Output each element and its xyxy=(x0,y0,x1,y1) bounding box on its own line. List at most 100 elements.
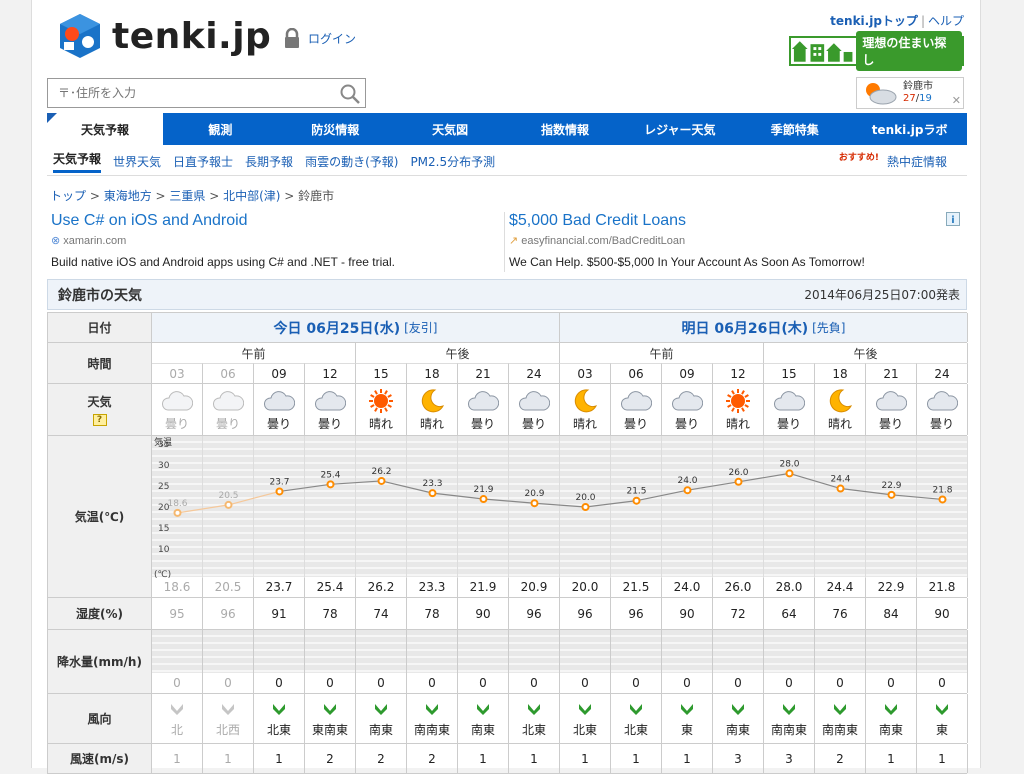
weather-label: 曇り xyxy=(623,416,648,431)
temp-value: 20.0 xyxy=(560,577,611,597)
weather-cell: 曇り xyxy=(152,384,203,435)
cloud-icon xyxy=(672,390,703,410)
tenki-logo[interactable]: tenki.jp xyxy=(56,12,271,60)
time-row-label: 時間 xyxy=(48,343,152,383)
nav-forecast[interactable]: 天気予報 xyxy=(47,113,163,145)
help-link[interactable]: ヘルプ xyxy=(928,14,964,28)
cloud-icon xyxy=(162,390,193,410)
nav-index[interactable]: 指数情報 xyxy=(508,113,623,145)
weather-label: 晴れ xyxy=(827,416,852,431)
precip-cell: 0 xyxy=(560,630,611,693)
wind-arrow-icon xyxy=(579,703,591,715)
login-link[interactable]: ログイン xyxy=(284,28,356,48)
y-tick-label: 10 xyxy=(158,545,170,555)
nav-leisure[interactable]: レジャー天気 xyxy=(622,113,737,145)
wind-arrow-icon xyxy=(528,703,540,715)
wind-speed-value: 1 xyxy=(560,744,611,773)
nav-observation[interactable]: 観測 xyxy=(163,113,278,145)
close-icon[interactable]: ✕ xyxy=(952,94,961,107)
hour-cell: 06 xyxy=(203,363,254,383)
ad-2[interactable]: $5,000 Bad Credit Loans ↗ easyfinancial.… xyxy=(509,212,949,269)
wind-arrow-icon xyxy=(630,703,642,715)
temp-value: 28.0 xyxy=(764,577,815,597)
precip-value: 0 xyxy=(683,676,691,690)
home-search-banner[interactable]: 理想の住まい探し xyxy=(789,31,964,71)
help-icon[interactable]: ? xyxy=(92,414,107,426)
wind-dir-cell: 北 xyxy=(152,694,203,743)
wind-dir-label: 南南東 xyxy=(821,722,858,737)
humidity-value: 84 xyxy=(866,598,917,629)
hour-cell: 24 xyxy=(917,363,968,383)
cloud-icon xyxy=(468,390,499,410)
subnav-world[interactable]: 世界天気 xyxy=(113,153,161,170)
wind-speed-value: 2 xyxy=(815,744,866,773)
precip-cells: 0 0 0 0 0 0 0 0 0 0 0 0 0 0 0 0 xyxy=(152,630,968,693)
ad-1-title[interactable]: Use C# on iOS and Android xyxy=(51,212,491,230)
subnav-rain-cloud[interactable]: 雨雲の動き(予報) xyxy=(305,153,398,170)
breadcrumb-mie[interactable]: 三重県 xyxy=(169,189,205,203)
wind-dir-cell: 東 xyxy=(917,694,968,743)
hour-cell: 03 xyxy=(560,363,611,383)
time-row: 時間 午前 午後 午前 午後 03 06 09 12 15 18 21 24 03 06 09 12 1… xyxy=(47,343,968,384)
nav-season[interactable]: 季節特集 xyxy=(737,113,852,145)
subnav-forecaster[interactable]: 日直予報士 xyxy=(173,153,233,170)
hour-cell: 21 xyxy=(458,363,509,383)
temp-value-cells: 18.6 20.5 23.7 25.4 26.2 23.3 21.9 20.9 20.0 21.5… xyxy=(152,577,968,597)
nav-weather-map[interactable]: 天気図 xyxy=(393,113,508,145)
wind-speed-row-label: 風速(m/s) xyxy=(48,744,152,773)
nav-lab[interactable]: tenki.jpラボ xyxy=(852,113,967,145)
breadcrumb-tokai[interactable]: 東海地方 xyxy=(104,189,152,203)
weather-cell: 曇り xyxy=(254,384,305,435)
breadcrumb-north-central[interactable]: 北中部(津) xyxy=(223,189,280,203)
wind-dir-label: 南東 xyxy=(725,722,750,737)
nav-disaster[interactable]: 防災情報 xyxy=(278,113,393,145)
precip-bar-area xyxy=(305,630,355,673)
day-tomorrow: 明日 06月26日(木) [先負] xyxy=(560,313,968,342)
weather-cell: 曇り xyxy=(305,384,356,435)
temp-data-label: 25.4 xyxy=(320,470,340,480)
weather-cells: 曇り 曇り 曇り 曇り 晴れ 晴れ 曇り 曇り 晴れ 曇り 曇り 晴れ 曇り 晴れ 曇り 曇り xyxy=(152,384,968,435)
subnav-long-term[interactable]: 長期予報 xyxy=(245,153,293,170)
humidity-value: 76 xyxy=(815,598,866,629)
ad-close-icon[interactable]: ⊗ xyxy=(51,235,60,247)
precip-bar-area xyxy=(611,630,661,673)
tenki-top-link[interactable]: tenki.jpトップ xyxy=(830,14,918,28)
humidity-value: 64 xyxy=(764,598,815,629)
weather-cell: 曇り xyxy=(611,384,662,435)
ad-divider xyxy=(504,212,505,272)
weather-label: 曇り xyxy=(317,416,342,431)
temp-value: 21.5 xyxy=(611,577,662,597)
precip-bar-area xyxy=(356,630,406,673)
hour-cell: 18 xyxy=(815,363,866,383)
sub-nav: 天気予報 世界天気 日直予報士 長期予報 雨雲の動き(予報) PM2.5分布予測… xyxy=(47,148,967,176)
day-tomorrow-rokuyo: [先負] xyxy=(812,321,846,335)
wind-arrow-icon xyxy=(426,703,438,715)
heatstroke-link[interactable]: 熱中症情報 xyxy=(887,153,947,170)
humidity-row: 湿度(%) 95 96 91 78 74 78 90 96 96 96 90 72 64 76 84 90 xyxy=(47,598,968,630)
temp-value: 23.7 xyxy=(254,577,305,597)
wind-arrow-icon xyxy=(681,703,693,715)
ad-2-title[interactable]: $5,000 Bad Credit Loans xyxy=(509,212,949,230)
subnav-forecast[interactable]: 天気予報 xyxy=(53,150,102,173)
wind-dir-label: 北東 xyxy=(266,722,291,737)
subnav-pm25[interactable]: PM2.5分布予測 xyxy=(410,153,495,170)
date-row: 日付 今日 06月25日(水) [友引] 明日 06月26日(木) [先負] xyxy=(47,312,968,343)
moon-icon xyxy=(574,388,598,412)
wind-dir-label: 北東 xyxy=(623,722,648,737)
precip-cell: 0 xyxy=(305,630,356,693)
precip-cell: 0 xyxy=(152,630,203,693)
temp-value: 20.5 xyxy=(203,577,254,597)
search-icon[interactable] xyxy=(339,83,361,105)
temp-data-label: 22.9 xyxy=(881,481,901,491)
temp-value: 24.4 xyxy=(815,577,866,597)
wind-dir-label: 北東 xyxy=(572,722,597,737)
logo-icon xyxy=(60,14,100,58)
breadcrumb-top[interactable]: トップ xyxy=(50,189,86,203)
temp-data-label: 26.0 xyxy=(728,468,748,478)
precip-value: 0 xyxy=(224,676,232,690)
ad-1[interactable]: Use C# on iOS and Android ⊗ xamarin.com … xyxy=(51,212,491,269)
ad-info-icon[interactable]: i xyxy=(946,212,960,226)
address-search-input[interactable] xyxy=(48,79,328,107)
mini-forecast[interactable]: 鈴鹿市 27/19 ✕ xyxy=(856,77,964,109)
weather-label: 曇り xyxy=(929,416,954,431)
